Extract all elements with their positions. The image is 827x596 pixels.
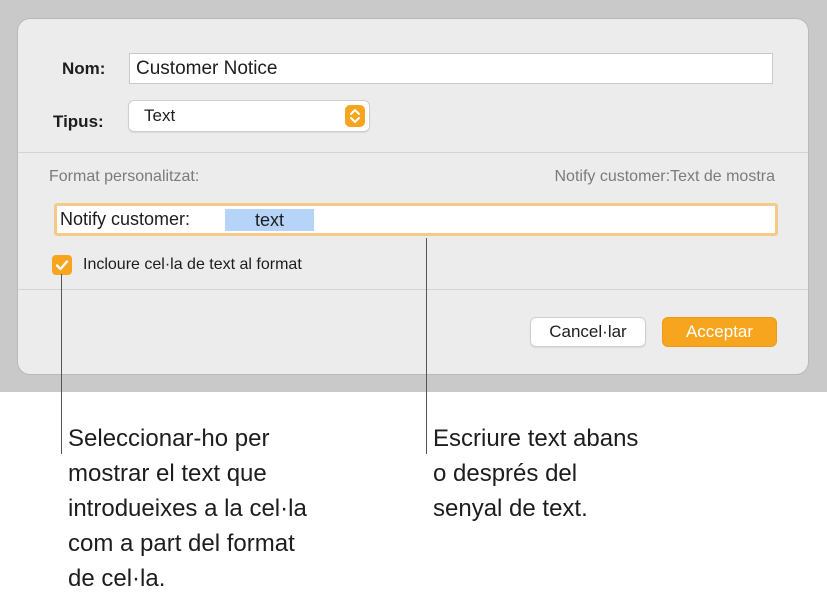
- checkbox-callout-line: [61, 274, 62, 454]
- format-preview: Notify customer:Text de mostra: [554, 168, 775, 185]
- ok-button[interactable]: Acceptar: [662, 317, 777, 347]
- type-label: Tipus:: [53, 112, 104, 131]
- text-token[interactable]: text: [225, 209, 314, 231]
- type-popup-button[interactable]: Text: [128, 100, 370, 132]
- callout-line-text: senyal de text.: [433, 495, 588, 522]
- checkmark-icon: [55, 260, 69, 271]
- cancel-button[interactable]: Cancel·lar: [530, 317, 646, 347]
- format-field[interactable]: Notify customer: text: [54, 203, 778, 236]
- callout-line-text: Seleccionar-ho per: [68, 425, 270, 452]
- checkbox-callout-text: Seleccionar-ho per mostrar el text que i…: [68, 421, 307, 596]
- footer-divider: [18, 289, 808, 290]
- callout-line-text: o després del: [433, 460, 578, 487]
- callout-line-text: mostrar el text que: [68, 460, 267, 487]
- callout-line-text: com a part del format: [68, 530, 295, 557]
- format-prefix-text: Notify customer:: [60, 209, 191, 229]
- include-cell-text-checkbox[interactable]: [52, 255, 72, 275]
- include-cell-text-label: Incloure cel·la de text al format: [83, 256, 302, 273]
- custom-format-dialog: Nom: Customer Notice Tipus: Text Format …: [18, 19, 808, 374]
- section-divider: [18, 152, 808, 153]
- name-label: Nom:: [62, 59, 106, 78]
- field-callout-text: Escriure text abans o després del senyal…: [433, 421, 638, 526]
- custom-format-label: Format personalitzat:: [49, 168, 200, 185]
- type-popup-value: Text: [144, 106, 176, 125]
- chevron-up-down-icon: [345, 105, 365, 127]
- callout-line-text: Escriure text abans: [433, 425, 639, 452]
- field-callout-line: [426, 238, 427, 454]
- name-field[interactable]: Customer Notice: [129, 53, 773, 84]
- callout-line-text: introdueixes a la cel·la: [68, 495, 307, 522]
